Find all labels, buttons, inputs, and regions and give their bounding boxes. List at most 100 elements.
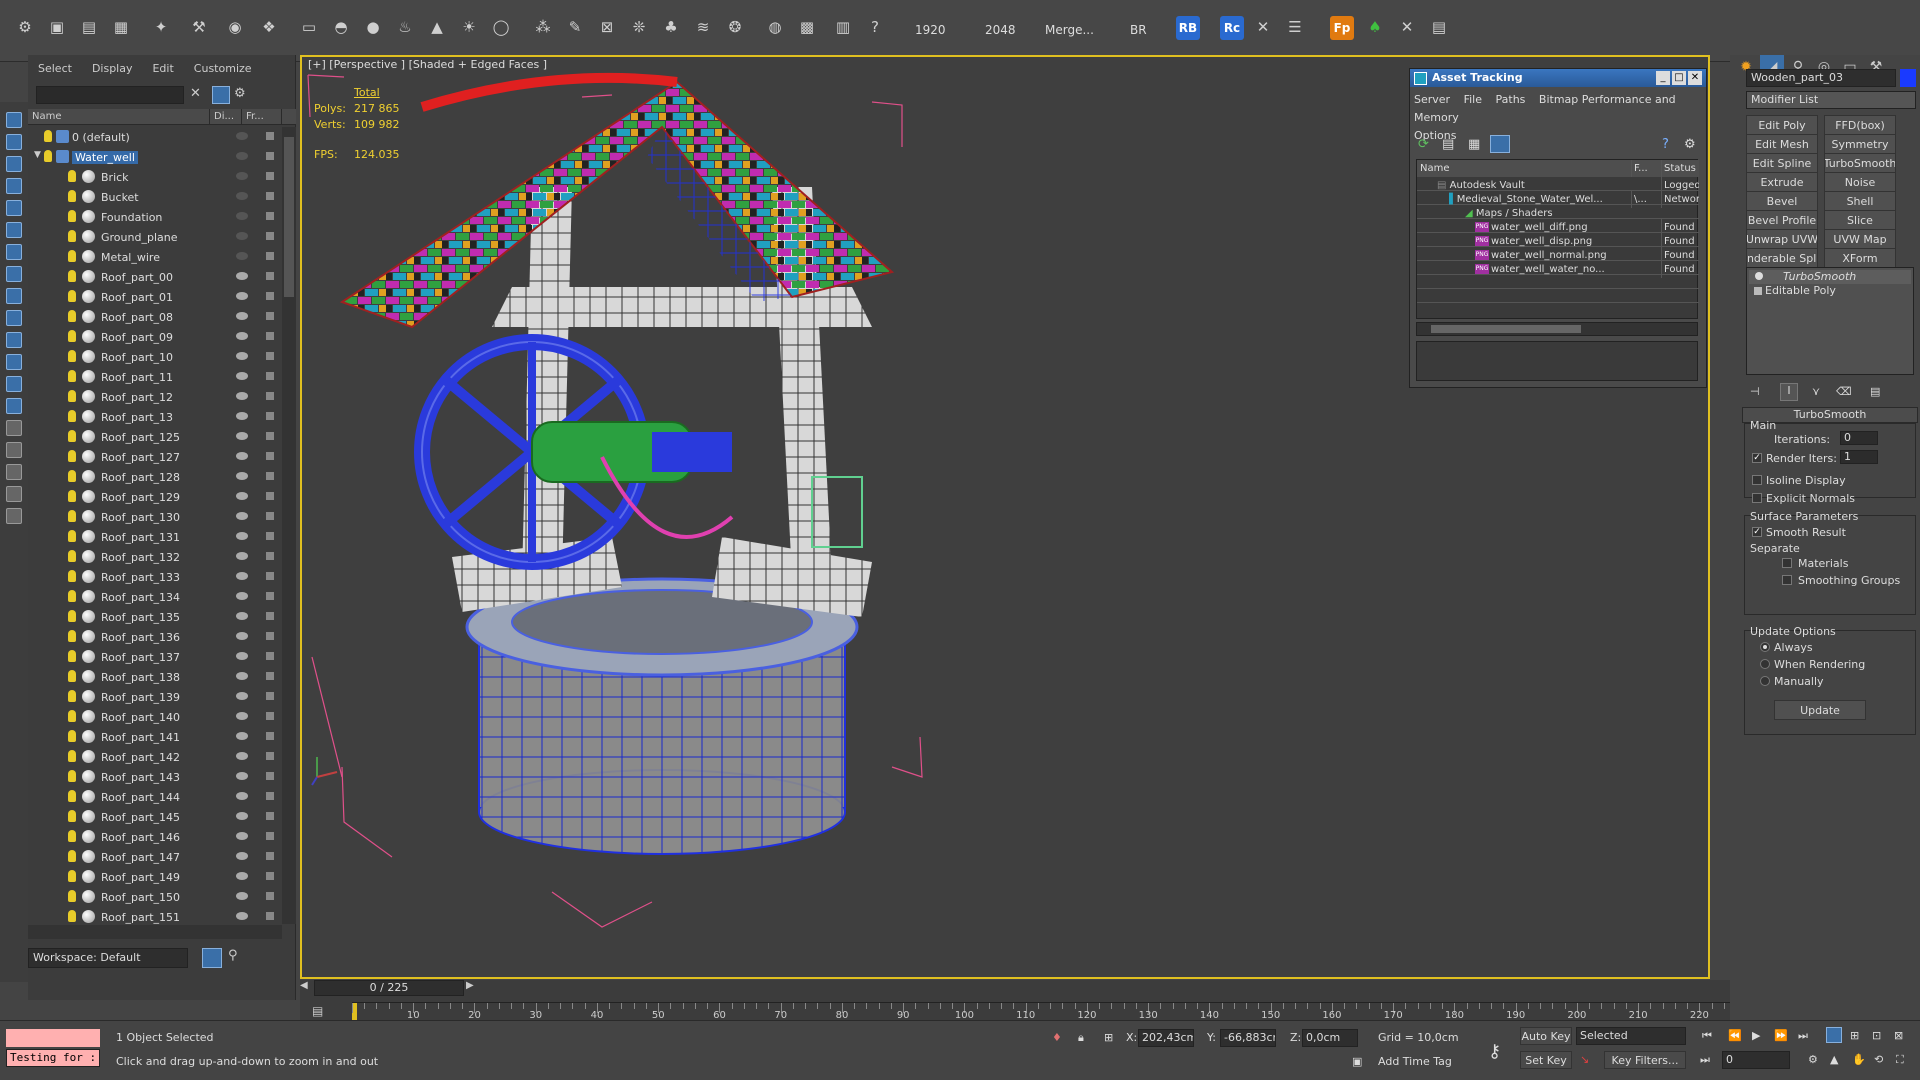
light-bulb-icon[interactable] xyxy=(68,670,76,682)
layer-explorer-icon[interactable] xyxy=(202,948,222,968)
render-setup-icon[interactable]: ⚙ xyxy=(12,14,38,40)
light-bulb-icon[interactable] xyxy=(68,330,76,342)
remove-modifier-icon[interactable]: ⌫ xyxy=(1836,385,1852,398)
modifier-button[interactable]: Edit Poly xyxy=(1746,115,1818,135)
light-bulb-icon[interactable] xyxy=(68,690,76,702)
light-bulb-icon[interactable] xyxy=(68,350,76,362)
display-toggle-icon[interactable] xyxy=(236,892,248,900)
modifier-button[interactable]: Bevel Profile xyxy=(1746,210,1818,230)
asset-help-icon[interactable]: ? xyxy=(1662,137,1669,152)
explorer-row[interactable]: Roof_part_12 xyxy=(28,387,282,407)
clear-search-icon[interactable]: ✕ xyxy=(190,86,206,104)
freeze-toggle-icon[interactable] xyxy=(266,832,274,840)
render-width[interactable]: 1920 xyxy=(915,23,946,37)
fp-button[interactable]: Fp xyxy=(1330,16,1354,40)
freeze-toggle-icon[interactable] xyxy=(266,672,274,680)
display-toggle-icon[interactable] xyxy=(236,552,248,560)
light-bulb-icon[interactable] xyxy=(68,810,76,822)
zoom-extents-all-icon[interactable]: ⊠ xyxy=(1894,1029,1903,1042)
modifier-button[interactable]: enderable Splir xyxy=(1746,248,1818,268)
minimize-icon[interactable]: _ xyxy=(1656,71,1670,85)
filter-icon[interactable] xyxy=(6,464,22,480)
select-icon[interactable] xyxy=(6,112,22,128)
modifier-button[interactable]: Extrude xyxy=(1746,172,1818,192)
fur-icon[interactable]: ❂ xyxy=(722,14,748,40)
freeze-toggle-icon[interactable] xyxy=(266,412,274,420)
explorer-row[interactable]: Roof_part_144 xyxy=(28,787,282,807)
freeze-toggle-icon[interactable] xyxy=(266,732,274,740)
calculator-icon[interactable]: ▩ xyxy=(794,14,820,40)
freeze-toggle-icon[interactable] xyxy=(266,852,274,860)
sun-light-icon[interactable]: ☀ xyxy=(456,14,482,40)
cloth-icon[interactable]: ❖ xyxy=(256,14,282,40)
grass-icon[interactable]: ♣ xyxy=(658,14,684,40)
key-selection-dropdown[interactable]: Selected xyxy=(1576,1027,1686,1045)
freeze-toggle-icon[interactable] xyxy=(266,132,274,140)
freeze-toggle-icon[interactable] xyxy=(266,632,274,640)
freeze-toggle-icon[interactable] xyxy=(266,532,274,540)
light-bulb-icon[interactable] xyxy=(68,190,76,202)
field-of-view-icon[interactable]: ▲ xyxy=(1830,1053,1838,1066)
sort-icon[interactable] xyxy=(6,508,22,524)
menu-server[interactable]: Server xyxy=(1414,93,1450,106)
explorer-row[interactable]: Metal_wire xyxy=(28,247,282,267)
display-toggle-icon[interactable] xyxy=(236,692,248,700)
freeze-toggle-icon[interactable] xyxy=(266,692,274,700)
explorer-row[interactable]: Roof_part_142 xyxy=(28,747,282,767)
explorer-row[interactable]: Roof_part_10 xyxy=(28,347,282,367)
freeze-toggle-icon[interactable] xyxy=(266,452,274,460)
next-frame-icon[interactable]: ⏩ xyxy=(1774,1029,1788,1042)
render-iters-checkbox[interactable]: ✓ xyxy=(1752,453,1762,463)
maximize-viewport-icon[interactable]: ⛶ xyxy=(1896,1053,1904,1067)
menu-edit[interactable]: Edit xyxy=(142,62,183,75)
display-none-icon[interactable] xyxy=(6,420,22,436)
current-frame-field[interactable]: 0 xyxy=(1722,1051,1790,1069)
light-bulb-icon[interactable] xyxy=(68,230,76,242)
display-helpers-icon[interactable] xyxy=(6,222,22,238)
menu-paths[interactable]: Paths xyxy=(1496,93,1526,106)
explorer-row[interactable]: Foundation xyxy=(28,207,282,227)
menu-file[interactable]: File xyxy=(1464,93,1482,106)
hair-icon[interactable]: ≋ xyxy=(690,14,716,40)
display-toggle-icon[interactable] xyxy=(236,172,248,180)
teapot-primitive-icon[interactable]: ♨ xyxy=(392,14,418,40)
table-icon[interactable]: ▤ xyxy=(1426,14,1452,40)
display-toggle-icon[interactable] xyxy=(236,392,248,400)
display-toggle-icon[interactable] xyxy=(236,292,248,300)
explorer-hscrollbar[interactable] xyxy=(28,925,282,939)
explorer-row[interactable]: ▼ Water_well xyxy=(28,147,282,167)
freeze-toggle-icon[interactable] xyxy=(266,912,274,920)
explorer-row[interactable]: Roof_part_128 xyxy=(28,467,282,487)
close-icon[interactable]: ✕ xyxy=(1688,71,1702,85)
modifier-button[interactable]: FFD(box) xyxy=(1824,115,1896,135)
tree-view-icon[interactable]: ▦ xyxy=(1468,137,1480,152)
box-primitive-icon[interactable]: ▭ xyxy=(296,14,322,40)
explorer-row[interactable]: Roof_part_11 xyxy=(28,367,282,387)
explorer-row[interactable]: Roof_part_125 xyxy=(28,427,282,447)
material-sphere-icon[interactable]: ◍ xyxy=(762,14,788,40)
modifier-button[interactable]: Unwrap UVW xyxy=(1746,229,1818,249)
freeze-toggle-icon[interactable] xyxy=(266,272,274,280)
tools-icon[interactable]: ✕ xyxy=(1250,14,1276,40)
light-bulb-icon[interactable] xyxy=(68,750,76,762)
asset-hscrollbar[interactable] xyxy=(1416,322,1698,336)
freeze-toggle-icon[interactable] xyxy=(266,752,274,760)
modifier-button[interactable]: Noise xyxy=(1824,172,1896,192)
column-display[interactable]: Di... xyxy=(210,109,242,124)
freeze-toggle-icon[interactable] xyxy=(266,292,274,300)
light-bulb-icon[interactable] xyxy=(68,870,76,882)
freeze-toggle-icon[interactable] xyxy=(266,572,274,580)
display-toggle-icon[interactable] xyxy=(236,252,248,260)
set-key-mode-icon[interactable]: ⚷ xyxy=(1488,1041,1501,1062)
time-config-icon[interactable]: ⚙ xyxy=(1808,1053,1818,1066)
freeze-toggle-icon[interactable] xyxy=(266,472,274,480)
menu-bitmap-performance[interactable]: Bitmap Performance and Memory xyxy=(1414,93,1676,124)
explorer-scrollbar[interactable] xyxy=(282,127,296,924)
render-production-icon[interactable]: ▤ xyxy=(76,14,102,40)
explorer-row[interactable]: Roof_part_140 xyxy=(28,707,282,727)
zoom-extents-icon[interactable]: ⊡ xyxy=(1872,1029,1881,1042)
reactor-icon[interactable]: ◉ xyxy=(222,14,248,40)
sky-light-icon[interactable]: ◯ xyxy=(488,14,514,40)
light-icon[interactable]: ✦ xyxy=(148,14,174,40)
display-toggle-icon[interactable] xyxy=(236,512,248,520)
